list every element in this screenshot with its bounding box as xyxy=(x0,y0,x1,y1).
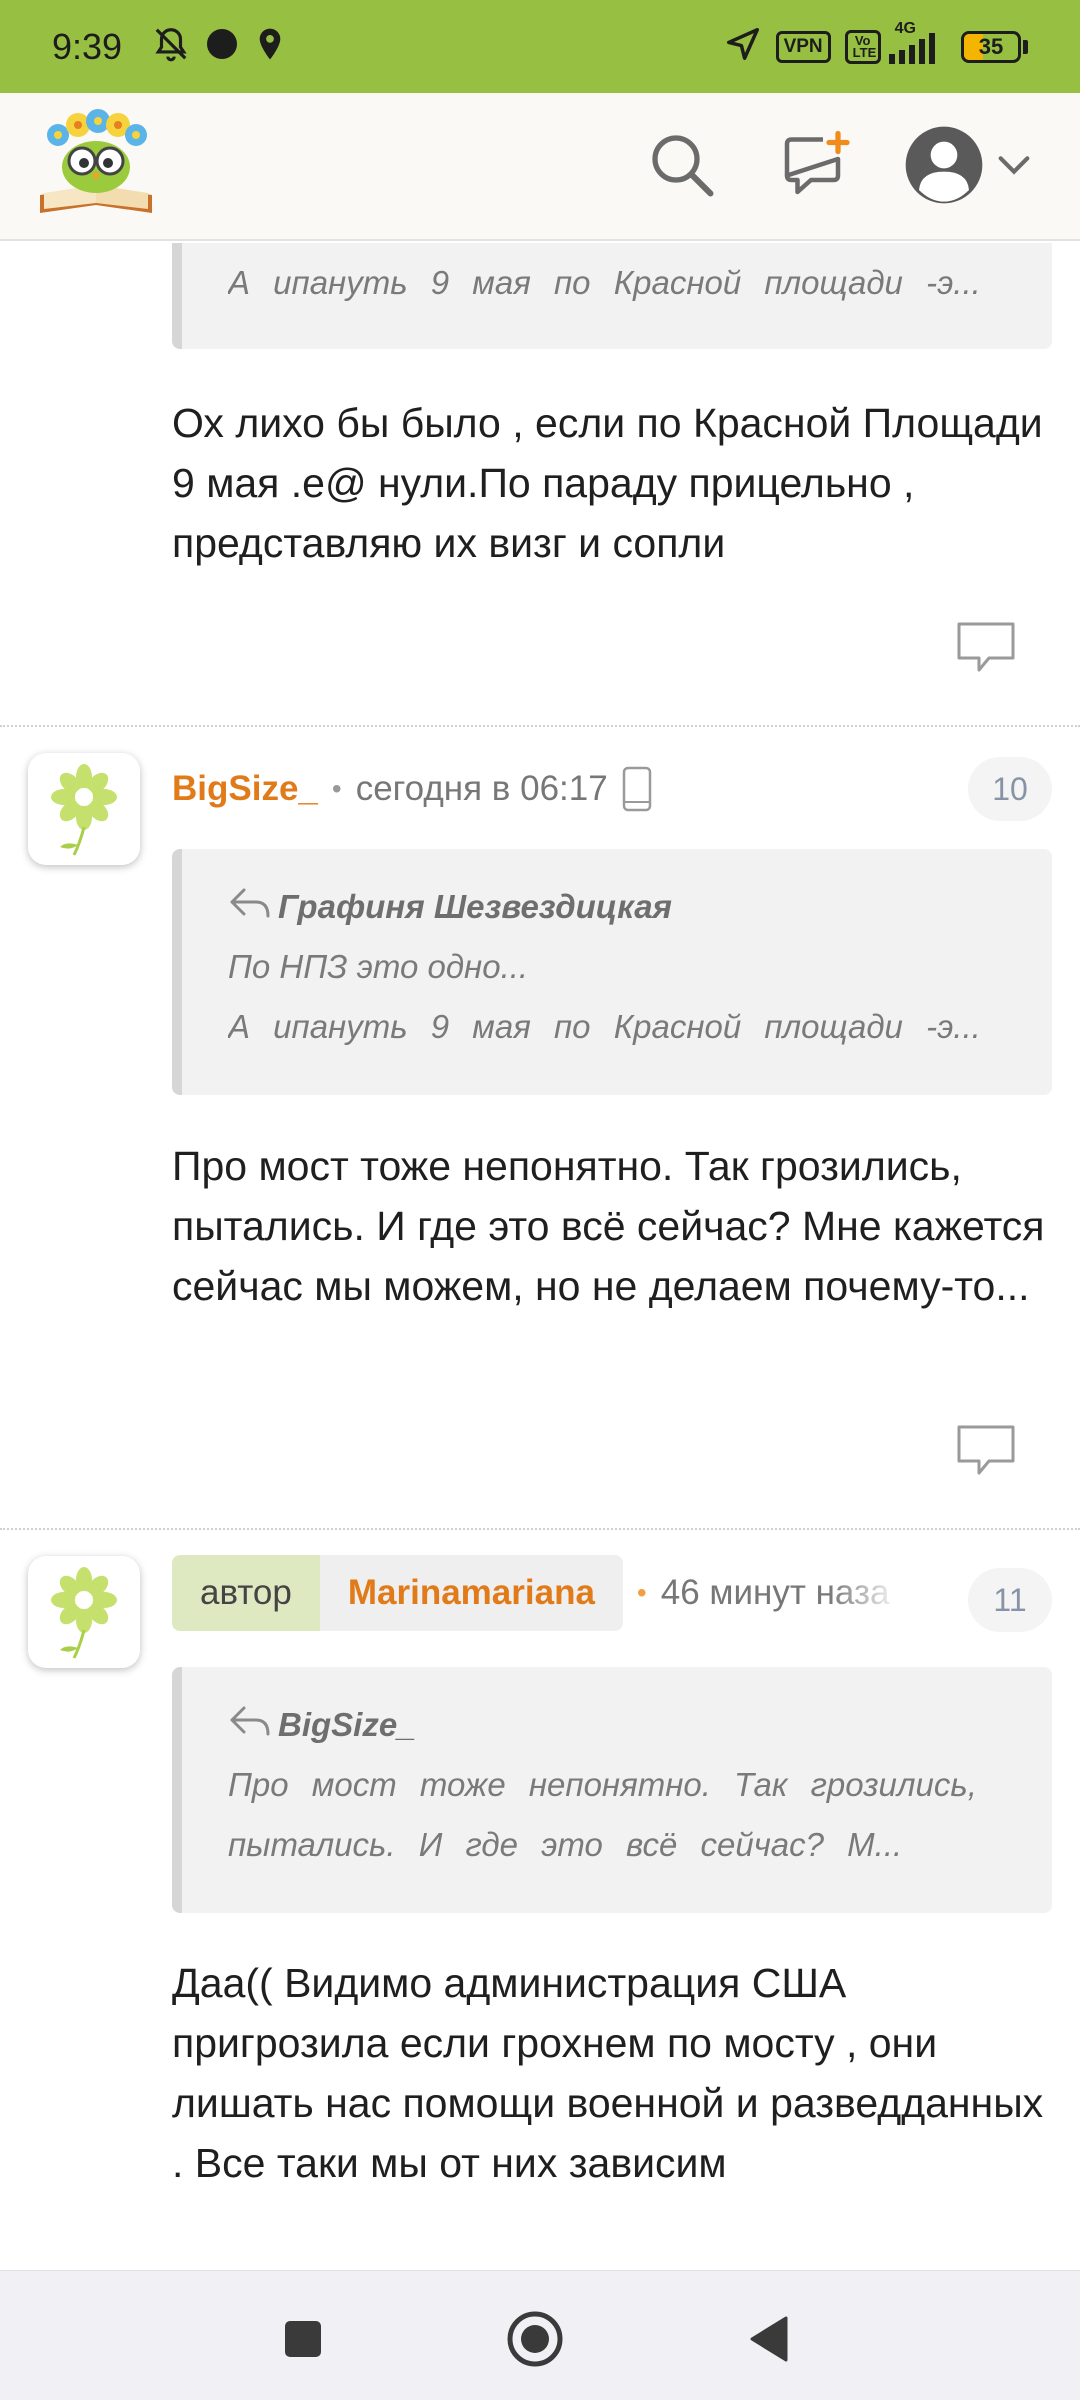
battery-icon: 35 xyxy=(961,30,1028,63)
system-navigation-bar xyxy=(0,2270,1080,2400)
mobile-device-icon xyxy=(622,766,652,812)
divider xyxy=(0,725,1080,727)
quote-line: По НПЗ это одно... xyxy=(228,948,529,985)
quote-line: Про мост тоже непонятно. Так грозились, xyxy=(228,1766,977,1803)
signal-icon: 4G xyxy=(889,20,947,64)
comment-number[interactable]: 11 xyxy=(968,1568,1052,1632)
comment-meta: автор Marinamariana • 46 минут наза xyxy=(172,1553,962,1633)
dot-icon xyxy=(204,26,240,67)
quote-line: А ипануть 9 мая по Красной площади -э... xyxy=(228,1008,981,1045)
search-icon[interactable] xyxy=(642,125,722,205)
back-icon[interactable] xyxy=(732,2301,808,2377)
timestamp: сегодня в 06:17 xyxy=(355,769,608,808)
timestamp: 46 минут наза xyxy=(660,1573,890,1612)
vpn-indicator: VPN xyxy=(775,30,831,63)
username[interactable]: Marinamariana xyxy=(319,1555,623,1631)
quote-author: Графиня Шезвездицкая xyxy=(228,877,1012,937)
owl-book-logo-icon[interactable] xyxy=(32,109,160,221)
app-header xyxy=(0,93,1080,241)
navigation-arrow-icon xyxy=(724,25,762,68)
bell-muted-icon xyxy=(152,25,190,68)
comment-text: Ох лихо бы было , если по Красной Площад… xyxy=(172,400,1043,566)
reply-arrow-icon xyxy=(228,886,272,928)
quote-block[interactable]: Графиня Шезвездицкая По НПЗ это одно... … xyxy=(172,849,1052,1095)
avatar[interactable] xyxy=(28,753,140,865)
recent-apps-icon[interactable] xyxy=(265,2301,341,2377)
chevron-down-icon[interactable] xyxy=(994,145,1034,185)
reply-icon[interactable] xyxy=(955,1423,1017,1479)
quote-author-name: Графиня Шезвездицкая xyxy=(278,888,672,925)
status-bar: 9:39 VPN Vo LTE 4G 35 xyxy=(0,0,1080,93)
location-pin-icon xyxy=(254,26,286,67)
divider xyxy=(0,1528,1080,1530)
author-role-label: автор xyxy=(172,1555,320,1631)
reply-arrow-icon xyxy=(228,1704,272,1746)
separator-dot: • xyxy=(636,1577,647,1608)
volte-indicator: Vo LTE xyxy=(844,29,881,64)
quote-block[interactable]: BigSize_ Про мост тоже непонятно. Так гр… xyxy=(172,1667,1052,1913)
user-avatar-icon[interactable] xyxy=(898,125,990,205)
comment-text: Даа(( Видимо администрация США пригрозил… xyxy=(172,1960,1044,2186)
separator-dot: • xyxy=(331,773,342,804)
comment-text: Про мост тоже непонятно. Так грозились, … xyxy=(172,1143,1045,1309)
home-icon[interactable] xyxy=(497,2301,573,2377)
username[interactable]: BigSize_ xyxy=(172,769,318,809)
comment-meta: BigSize_ • сегодня в 06:17 xyxy=(172,749,652,829)
author-badge: автор Marinamariana xyxy=(172,1555,623,1631)
quote-author-name: BigSize_ xyxy=(278,1706,416,1743)
quote-author: BigSize_ xyxy=(228,1695,1012,1755)
quote-text: А ипануть 9 мая по Красной площади -э... xyxy=(228,264,981,301)
avatar[interactable] xyxy=(28,1556,140,1668)
clock: 9:39 xyxy=(52,25,123,67)
quote-line: пытались. И где это всё сейчас? М... xyxy=(228,1826,903,1863)
comment-number[interactable]: 10 xyxy=(968,757,1052,821)
comments-feed[interactable]: А ипануть 9 мая по Красной площади -э...… xyxy=(0,243,1080,2270)
quote-block[interactable]: А ипануть 9 мая по Красной площади -э... xyxy=(172,243,1052,349)
reply-icon[interactable] xyxy=(955,620,1017,676)
new-message-icon[interactable] xyxy=(774,125,854,205)
battery-level: 35 xyxy=(978,33,1004,59)
